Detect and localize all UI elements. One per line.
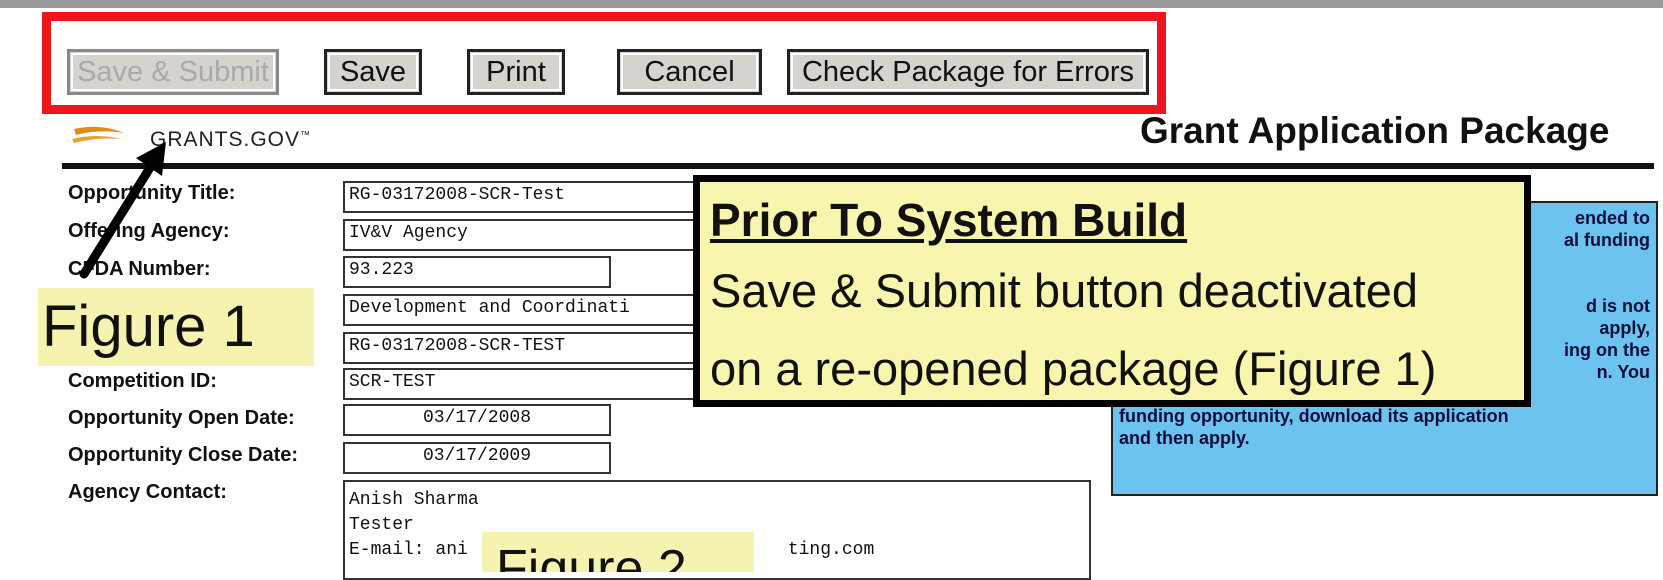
open-date-label: Opportunity Open Date: [68,407,295,429]
info-line: funding opportunity, download its applic… [1119,406,1509,426]
info-line: and then apply. [1119,428,1250,448]
top-border [0,0,1663,8]
page-title: Grant Application Package [1140,110,1610,151]
check-package-button[interactable]: Check Package for Errors [787,49,1149,95]
close-date-label: Opportunity Close Date: [68,444,299,466]
callout-heading: Prior To System Build [710,194,1188,246]
header-divider [62,163,1654,169]
pointer-arrow-icon [79,142,166,279]
annotation-callout: Prior To System Build Save & Submit butt… [693,175,1531,407]
competition-id-label: Competition ID: [68,370,217,392]
contact-line: Anish Sharma [349,490,479,510]
save-button[interactable]: Save [324,49,422,95]
callout-line-2: on a re-opened package (Figure 1) [710,342,1437,395]
figure-1-label: Figure 1 [38,288,314,366]
agency-contact-label: Agency Contact: [68,481,227,503]
figure-2-label: Figure 2 [482,532,754,572]
cfda-number-field[interactable]: 93.223 [343,256,611,288]
callout-line-1: Save & Submit button deactivated [710,264,1419,317]
print-button[interactable]: Print [467,49,565,95]
open-date-field[interactable]: 03/17/2008 [343,404,611,436]
opportunity-title-field[interactable]: RG-03172008-SCR-Test [343,181,695,213]
competition-id-field[interactable]: SCR-TEST [343,368,695,400]
offering-agency-field[interactable]: IV&V Agency [343,219,695,251]
cancel-button[interactable]: Cancel [617,49,762,95]
cfda-description-field[interactable]: Development and Coordinati [343,294,695,326]
save-and-submit-button[interactable]: Save & Submit [67,49,279,95]
close-date-field[interactable]: 03/17/2009 [343,442,611,474]
opportunity-number-field[interactable]: RG-03172008-SCR-TEST [343,332,695,364]
